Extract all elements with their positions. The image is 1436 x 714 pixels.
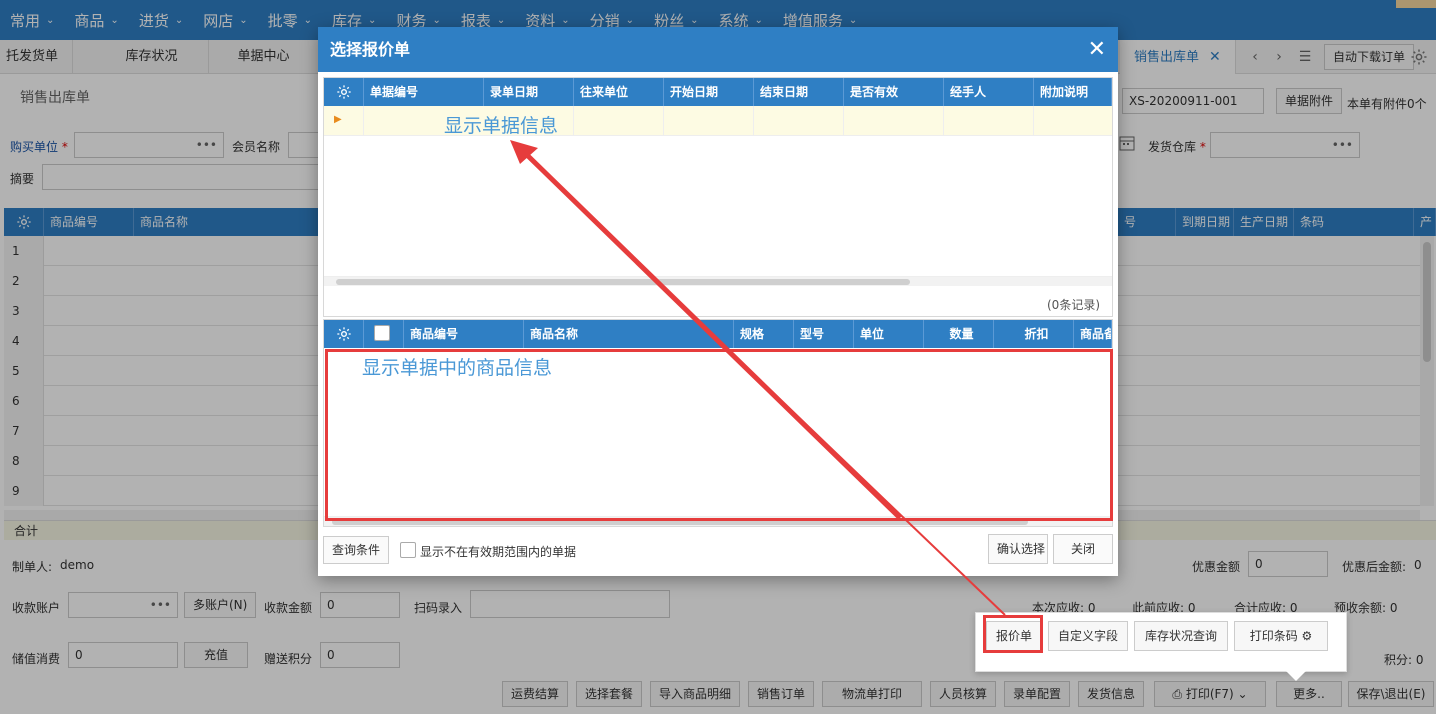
col-start-date[interactable]: 开始日期: [664, 78, 754, 106]
show-expired-checkbox[interactable]: [400, 542, 416, 558]
col-partner[interactable]: 往来单位: [574, 78, 664, 106]
cell: [944, 106, 1034, 136]
col-unit[interactable]: 单位: [854, 320, 924, 348]
col-product-remark[interactable]: 商品备: [1074, 320, 1112, 348]
col-handler[interactable]: 经手人: [944, 78, 1034, 106]
show-expired-label: 显示不在有效期范围内的单据: [420, 545, 577, 559]
col-bill-no[interactable]: 单据编号: [364, 78, 484, 106]
query-condition-button[interactable]: 查询条件: [323, 536, 390, 564]
col-valid[interactable]: 是否有效: [844, 78, 944, 106]
record-count: (0条记录): [1047, 298, 1100, 312]
stock-query-button[interactable]: 库存状况查询: [1134, 621, 1228, 651]
col-spec[interactable]: 规格: [734, 320, 794, 348]
annotation-product-info: 显示单据中的商品信息: [362, 357, 553, 379]
product-detail-header: 商品编号 商品名称 规格 型号 单位 数量 折扣 商品备: [324, 320, 1112, 348]
cell: [844, 106, 944, 136]
table-row[interactable]: ▶: [324, 106, 1112, 136]
col-discount[interactable]: 折扣: [994, 320, 1074, 348]
print-barcode-button[interactable]: 打印条码 ⚙: [1234, 621, 1328, 651]
select-all-checkbox-cell: [364, 320, 404, 348]
close-icon[interactable]: ✕: [1088, 27, 1106, 72]
grid-settings-gear-icon[interactable]: [324, 78, 364, 106]
grid-settings-gear-icon[interactable]: [324, 320, 364, 348]
select-all-checkbox[interactable]: [374, 325, 390, 341]
gear-icon[interactable]: ⚙: [1302, 629, 1313, 643]
col-model[interactable]: 型号: [794, 320, 854, 348]
dialog-title: 选择报价单: [318, 27, 1118, 72]
col-quantity[interactable]: 数量: [924, 320, 994, 348]
custom-field-button[interactable]: 自定义字段: [1048, 621, 1128, 651]
cell: [324, 106, 364, 136]
cell: [754, 106, 844, 136]
confirm-select-button[interactable]: 确认选择: [988, 534, 1048, 564]
col-product-name[interactable]: 商品名称: [524, 320, 734, 348]
col-entry-date[interactable]: 录单日期: [484, 78, 574, 106]
col-product-code[interactable]: 商品编号: [404, 320, 524, 348]
highlight-box-quote: [983, 615, 1043, 653]
col-remark[interactable]: 附加说明: [1034, 78, 1112, 106]
quote-list-grid: 单据编号 录单日期 往来单位 开始日期 结束日期 是否有效 经手人 附加说明 ▶…: [323, 77, 1113, 317]
col-end-date[interactable]: 结束日期: [754, 78, 844, 106]
annotation-bill-info: 显示单据信息: [444, 115, 559, 137]
horizontal-scrollbar[interactable]: [324, 276, 1112, 286]
scrollbar-thumb[interactable]: [336, 279, 910, 285]
cell: [664, 106, 754, 136]
popup-caret: [1286, 671, 1306, 681]
close-button[interactable]: 关闭: [1053, 534, 1113, 564]
cell: [574, 106, 664, 136]
quote-list-header: 单据编号 录单日期 往来单位 开始日期 结束日期 是否有效 经手人 附加说明: [324, 78, 1112, 106]
select-quote-dialog: 选择报价单 ✕ 单据编号 录单日期 往来单位 开始日期 结束日期 是否有效 经手…: [318, 27, 1118, 576]
